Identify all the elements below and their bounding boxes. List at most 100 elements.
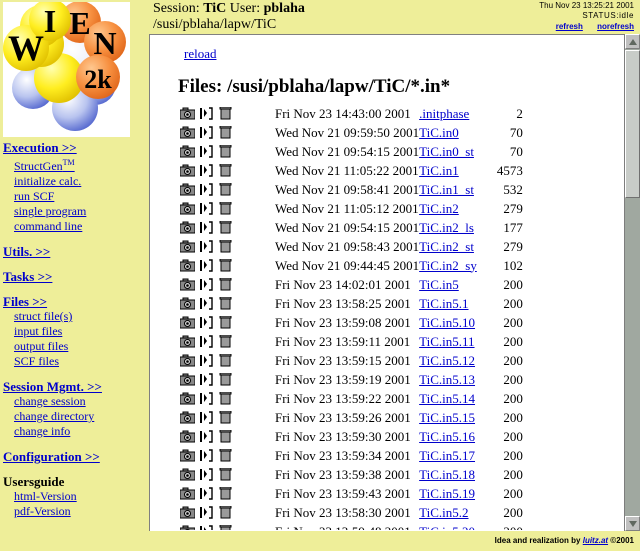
file-link[interactable]: .initphase [419, 106, 469, 121]
trash-icon[interactable] [218, 373, 237, 386]
edit-button[interactable] [199, 427, 218, 446]
file-link[interactable]: TiC.in2 [419, 201, 459, 216]
refresh-link[interactable]: refresh [556, 22, 583, 31]
edit-button[interactable] [199, 503, 218, 522]
scroll-up-button[interactable] [625, 34, 640, 49]
edit-button[interactable] [199, 256, 218, 275]
edit-button[interactable] [199, 389, 218, 408]
file-link[interactable]: TiC.in5.12 [419, 353, 475, 368]
camera-icon[interactable] [180, 392, 199, 405]
trash-button[interactable] [218, 427, 237, 446]
edit-button[interactable] [199, 104, 218, 123]
trash-icon[interactable] [218, 449, 237, 462]
camera-icon[interactable] [180, 126, 199, 139]
file-link[interactable]: TiC.in5.2 [419, 505, 468, 520]
edit-icon[interactable] [199, 430, 218, 443]
edit-icon[interactable] [199, 240, 218, 253]
camera-button[interactable] [180, 275, 199, 294]
file-link[interactable]: TiC.in2_st [419, 239, 474, 254]
sidebar-item-change-info[interactable]: change info [0, 424, 145, 439]
camera-button[interactable] [180, 199, 199, 218]
camera-icon[interactable] [180, 240, 199, 253]
camera-button[interactable] [180, 351, 199, 370]
trash-button[interactable] [218, 389, 237, 408]
trash-button[interactable] [218, 370, 237, 389]
trash-button[interactable] [218, 180, 237, 199]
sidebar-item-initialize-calc[interactable]: initialize calc. [0, 174, 145, 189]
edit-button[interactable] [199, 275, 218, 294]
camera-icon[interactable] [180, 468, 199, 481]
file-link[interactable]: TiC.in5.10 [419, 315, 475, 330]
camera-button[interactable] [180, 465, 199, 484]
trash-button[interactable] [218, 465, 237, 484]
trash-icon[interactable] [218, 240, 237, 253]
edit-icon[interactable] [199, 183, 218, 196]
sidebar-item-single-program[interactable]: single program [0, 204, 145, 219]
camera-icon[interactable] [180, 259, 199, 272]
camera-icon[interactable] [180, 411, 199, 424]
trash-icon[interactable] [218, 107, 237, 120]
edit-button[interactable] [199, 313, 218, 332]
file-link[interactable]: TiC.in0 [419, 125, 459, 140]
camera-icon[interactable] [180, 202, 199, 215]
edit-icon[interactable] [199, 221, 218, 234]
sidebar-item-change-directory[interactable]: change directory [0, 409, 145, 424]
trash-button[interactable] [218, 161, 237, 180]
edit-icon[interactable] [199, 506, 218, 519]
sidebar-item-scf-files[interactable]: SCF files [0, 354, 145, 369]
trash-button[interactable] [218, 275, 237, 294]
camera-icon[interactable] [180, 487, 199, 500]
sidebar-item-input-files[interactable]: input files [0, 324, 145, 339]
camera-icon[interactable] [180, 449, 199, 462]
norefresh-link[interactable]: norefresh [597, 22, 634, 31]
trash-icon[interactable] [218, 430, 237, 443]
camera-icon[interactable] [180, 278, 199, 291]
edit-button[interactable] [199, 465, 218, 484]
trash-button[interactable] [218, 332, 237, 351]
trash-button[interactable] [218, 351, 237, 370]
file-link[interactable]: TiC.in5.13 [419, 372, 475, 387]
edit-button[interactable] [199, 294, 218, 313]
camera-icon[interactable] [180, 183, 199, 196]
edit-icon[interactable] [199, 316, 218, 329]
edit-icon[interactable] [199, 297, 218, 310]
trash-icon[interactable] [218, 259, 237, 272]
file-link[interactable]: TiC.in5.14 [419, 391, 475, 406]
camera-button[interactable] [180, 332, 199, 351]
edit-button[interactable] [199, 332, 218, 351]
camera-button[interactable] [180, 142, 199, 161]
trash-icon[interactable] [218, 221, 237, 234]
camera-icon[interactable] [180, 145, 199, 158]
trash-icon[interactable] [218, 202, 237, 215]
trash-button[interactable] [218, 313, 237, 332]
sidebar-item-run-scf[interactable]: run SCF [0, 189, 145, 204]
edit-icon[interactable] [199, 373, 218, 386]
sidebar-item-output-files[interactable]: output files [0, 339, 145, 354]
camera-button[interactable] [180, 389, 199, 408]
camera-icon[interactable] [180, 525, 199, 530]
camera-button[interactable] [180, 370, 199, 389]
camera-button[interactable] [180, 161, 199, 180]
trash-icon[interactable] [218, 126, 237, 139]
edit-button[interactable] [199, 522, 218, 530]
edit-icon[interactable] [199, 354, 218, 367]
trash-icon[interactable] [218, 525, 237, 530]
file-link[interactable]: TiC.in2_sy [419, 258, 477, 273]
trash-button[interactable] [218, 142, 237, 161]
edit-icon[interactable] [199, 487, 218, 500]
sidebar-group-head[interactable]: Configuration >> [0, 449, 145, 464]
sidebar-item-pdf-version[interactable]: pdf-Version [0, 504, 145, 519]
camera-icon[interactable] [180, 506, 199, 519]
trash-icon[interactable] [218, 316, 237, 329]
trash-icon[interactable] [218, 164, 237, 177]
trash-button[interactable] [218, 104, 237, 123]
edit-button[interactable] [199, 218, 218, 237]
edit-button[interactable] [199, 161, 218, 180]
camera-icon[interactable] [180, 373, 199, 386]
trash-button[interactable] [218, 446, 237, 465]
file-link[interactable]: TiC.in5.20 [419, 524, 475, 531]
camera-icon[interactable] [180, 430, 199, 443]
camera-button[interactable] [180, 522, 199, 530]
trash-icon[interactable] [218, 487, 237, 500]
camera-icon[interactable] [180, 335, 199, 348]
